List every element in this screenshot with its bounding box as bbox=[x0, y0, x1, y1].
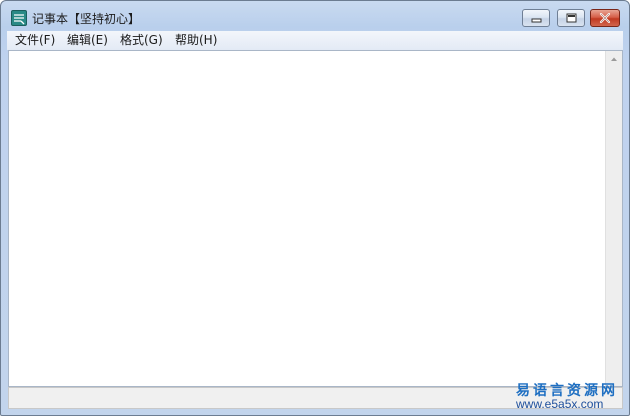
minimize-button[interactable] bbox=[522, 9, 550, 27]
notepad-window: 记事本【坚持初心】 文件(F) 编辑(E) 格式(G) 帮助(H) bbox=[0, 0, 630, 416]
menu-file[interactable]: 文件(F) bbox=[15, 33, 55, 48]
maximize-icon bbox=[566, 13, 577, 23]
menu-help[interactable]: 帮助(H) bbox=[175, 33, 217, 48]
menu-format[interactable]: 格式(G) bbox=[120, 33, 163, 48]
scroll-up-button[interactable] bbox=[606, 51, 622, 68]
close-icon bbox=[599, 12, 611, 24]
close-button[interactable] bbox=[590, 9, 620, 27]
title-bar[interactable]: 记事本【坚持初心】 bbox=[1, 1, 629, 31]
text-editor-area[interactable] bbox=[8, 50, 623, 387]
scroll-up-arrow-icon bbox=[611, 57, 617, 61]
vertical-scrollbar[interactable] bbox=[605, 51, 622, 386]
window-title: 记事本【坚持初心】 bbox=[32, 12, 141, 26]
notepad-app-icon[interactable] bbox=[11, 10, 27, 26]
watermark-url: www.e5a5x.com bbox=[516, 397, 604, 411]
maximize-button[interactable] bbox=[557, 9, 585, 27]
minimize-icon bbox=[531, 18, 542, 23]
menu-bar: 文件(F) 编辑(E) 格式(G) 帮助(H) bbox=[7, 31, 623, 50]
menu-edit[interactable]: 编辑(E) bbox=[67, 33, 108, 48]
site-watermark: 易语言资源网 www.e5a5x.com bbox=[510, 378, 625, 414]
